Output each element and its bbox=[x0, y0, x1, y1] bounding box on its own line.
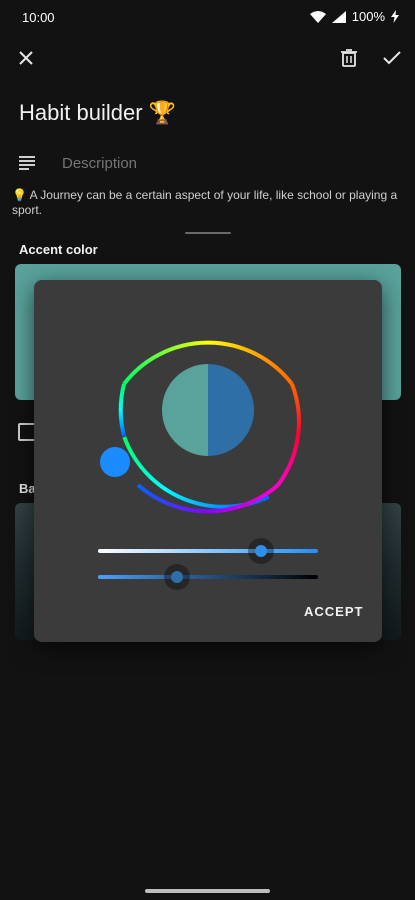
new-color-preview bbox=[208, 364, 254, 456]
brightness-track bbox=[98, 575, 318, 579]
close-button[interactable] bbox=[12, 44, 40, 72]
brightness-thumb[interactable] bbox=[171, 571, 183, 583]
battery-charging-icon bbox=[391, 10, 399, 23]
notes-icon bbox=[19, 156, 35, 170]
journey-title[interactable]: Habit builder 🏆 bbox=[19, 100, 176, 126]
saturation-slider[interactable] bbox=[98, 538, 318, 564]
hue-wheel[interactable] bbox=[98, 300, 318, 520]
hue-handle[interactable] bbox=[100, 447, 130, 477]
saturation-track bbox=[98, 549, 318, 553]
hint-text: 💡 A Journey can be a certain aspect of y… bbox=[12, 188, 398, 217]
brightness-slider[interactable] bbox=[98, 564, 318, 590]
description-input[interactable] bbox=[62, 151, 382, 175]
check-icon bbox=[383, 51, 401, 65]
accent-color-label: Accent color bbox=[19, 242, 98, 257]
wifi-icon bbox=[309, 10, 326, 23]
saturation-thumb[interactable] bbox=[255, 545, 267, 557]
divider bbox=[185, 232, 231, 234]
trash-icon bbox=[341, 49, 357, 67]
status-bar: 10:00 100% bbox=[0, 0, 415, 34]
save-button[interactable] bbox=[378, 44, 406, 72]
signal-icon bbox=[331, 10, 346, 23]
accept-button[interactable]: ACCEPT bbox=[304, 604, 363, 619]
delete-button[interactable] bbox=[335, 44, 363, 72]
status-time: 10:00 bbox=[22, 10, 55, 25]
status-icons: 100% bbox=[309, 9, 399, 24]
gesture-nav-bar[interactable] bbox=[145, 889, 270, 893]
close-icon bbox=[19, 51, 33, 65]
battery-text: 100% bbox=[351, 9, 385, 24]
old-color-preview bbox=[162, 364, 208, 456]
color-picker-dialog: ACCEPT bbox=[34, 280, 382, 642]
